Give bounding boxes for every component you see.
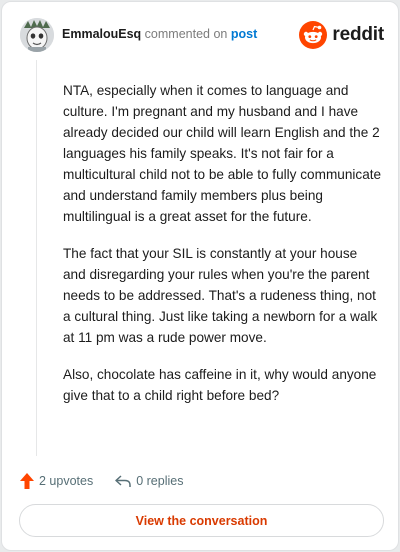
- reddit-wordmark: reddit: [332, 24, 384, 45]
- avatar[interactable]: [20, 18, 54, 52]
- avatar-image: [20, 18, 54, 52]
- comment-actions: 2 upvotes 0 replies: [20, 472, 205, 490]
- reddit-logo-icon: [299, 21, 328, 49]
- username[interactable]: EmmalouEsq: [62, 27, 141, 41]
- reddit-brand[interactable]: reddit: [299, 20, 384, 50]
- post-link[interactable]: post: [231, 27, 257, 41]
- comment-body: NTA, especially when it comes to languag…: [63, 80, 383, 422]
- view-conversation-button[interactable]: View the conversation: [19, 504, 384, 537]
- comment-paragraph: The fact that your SIL is constantly at …: [63, 246, 378, 345]
- comment-meta: EmmalouEsq commented on post: [62, 26, 257, 43]
- reply-button[interactable]: 0 replies: [115, 474, 183, 488]
- comment-header: EmmalouEsq commented on post reddit: [20, 18, 384, 52]
- comment-paragraph: NTA, especially when it comes to languag…: [63, 83, 382, 224]
- meta-action-text: commented on: [144, 27, 228, 41]
- reply-icon: [115, 475, 131, 487]
- upvote-arrow-icon: [20, 473, 34, 489]
- comment-paragraph: Also, chocolate has caffeine in it, why …: [63, 367, 377, 403]
- embed-card: EmmalouEsq commented on post reddit NTA,…: [1, 1, 399, 551]
- thread-line: [36, 60, 37, 456]
- upvote-count: 2 upvotes: [39, 474, 94, 488]
- view-conversation-label: View the conversation: [135, 513, 268, 528]
- reply-count: 0 replies: [136, 474, 184, 488]
- upvote-button[interactable]: 2 upvotes: [20, 473, 93, 489]
